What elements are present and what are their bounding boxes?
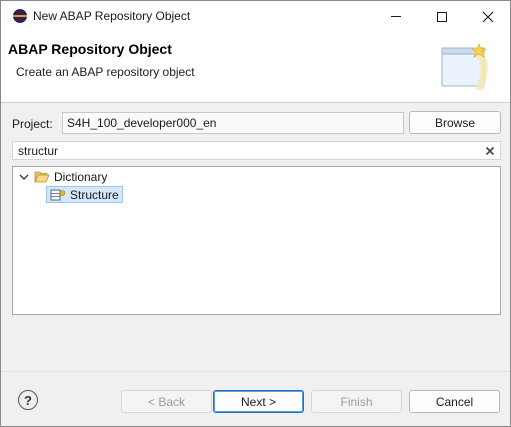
wizard-header: ABAP Repository Object Create an ABAP re… <box>1 32 510 103</box>
structure-icon <box>50 189 66 200</box>
tree-item-dictionary[interactable]: Dictionary <box>18 168 107 185</box>
maximize-icon <box>437 11 447 22</box>
back-button[interactable]: < Back <box>121 390 212 413</box>
window-title: New ABAP Repository Object <box>33 9 191 23</box>
finish-button[interactable]: Finish <box>311 390 402 413</box>
tree-item-label: Structure <box>70 187 119 202</box>
next-button[interactable]: Next > <box>213 390 304 413</box>
search-input[interactable] <box>18 143 478 158</box>
title-bar: New ABAP Repository Object <box>1 1 510 32</box>
eclipse-icon <box>13 9 27 23</box>
page-subtitle: Create an ABAP repository object <box>16 65 195 79</box>
cancel-button[interactable]: Cancel <box>409 390 500 413</box>
project-field[interactable]: S4H_100_developer000_en <box>62 112 404 134</box>
maximize-button[interactable] <box>419 1 465 32</box>
tree-item-structure[interactable]: Structure <box>46 186 123 203</box>
minimize-button[interactable] <box>373 1 419 32</box>
chevron-down-icon[interactable] <box>18 171 30 183</box>
object-type-tree: Dictionary Structure <box>12 166 501 315</box>
clear-search-icon[interactable] <box>483 144 497 158</box>
dialog-window: New ABAP Repository Object ABAP Reposito… <box>0 0 511 427</box>
close-icon <box>482 11 494 22</box>
footer-divider <box>1 371 510 372</box>
tree-item-label: Dictionary <box>54 169 108 184</box>
new-object-wizard-icon <box>441 43 488 90</box>
browse-button[interactable]: Browse <box>409 111 501 134</box>
minimize-icon <box>391 16 401 17</box>
close-button[interactable] <box>465 1 511 32</box>
search-box <box>12 141 501 160</box>
help-icon[interactable]: ? <box>18 390 38 410</box>
folder-open-icon <box>34 171 50 183</box>
page-title: ABAP Repository Object <box>8 41 172 57</box>
project-label: Project: <box>12 117 53 131</box>
